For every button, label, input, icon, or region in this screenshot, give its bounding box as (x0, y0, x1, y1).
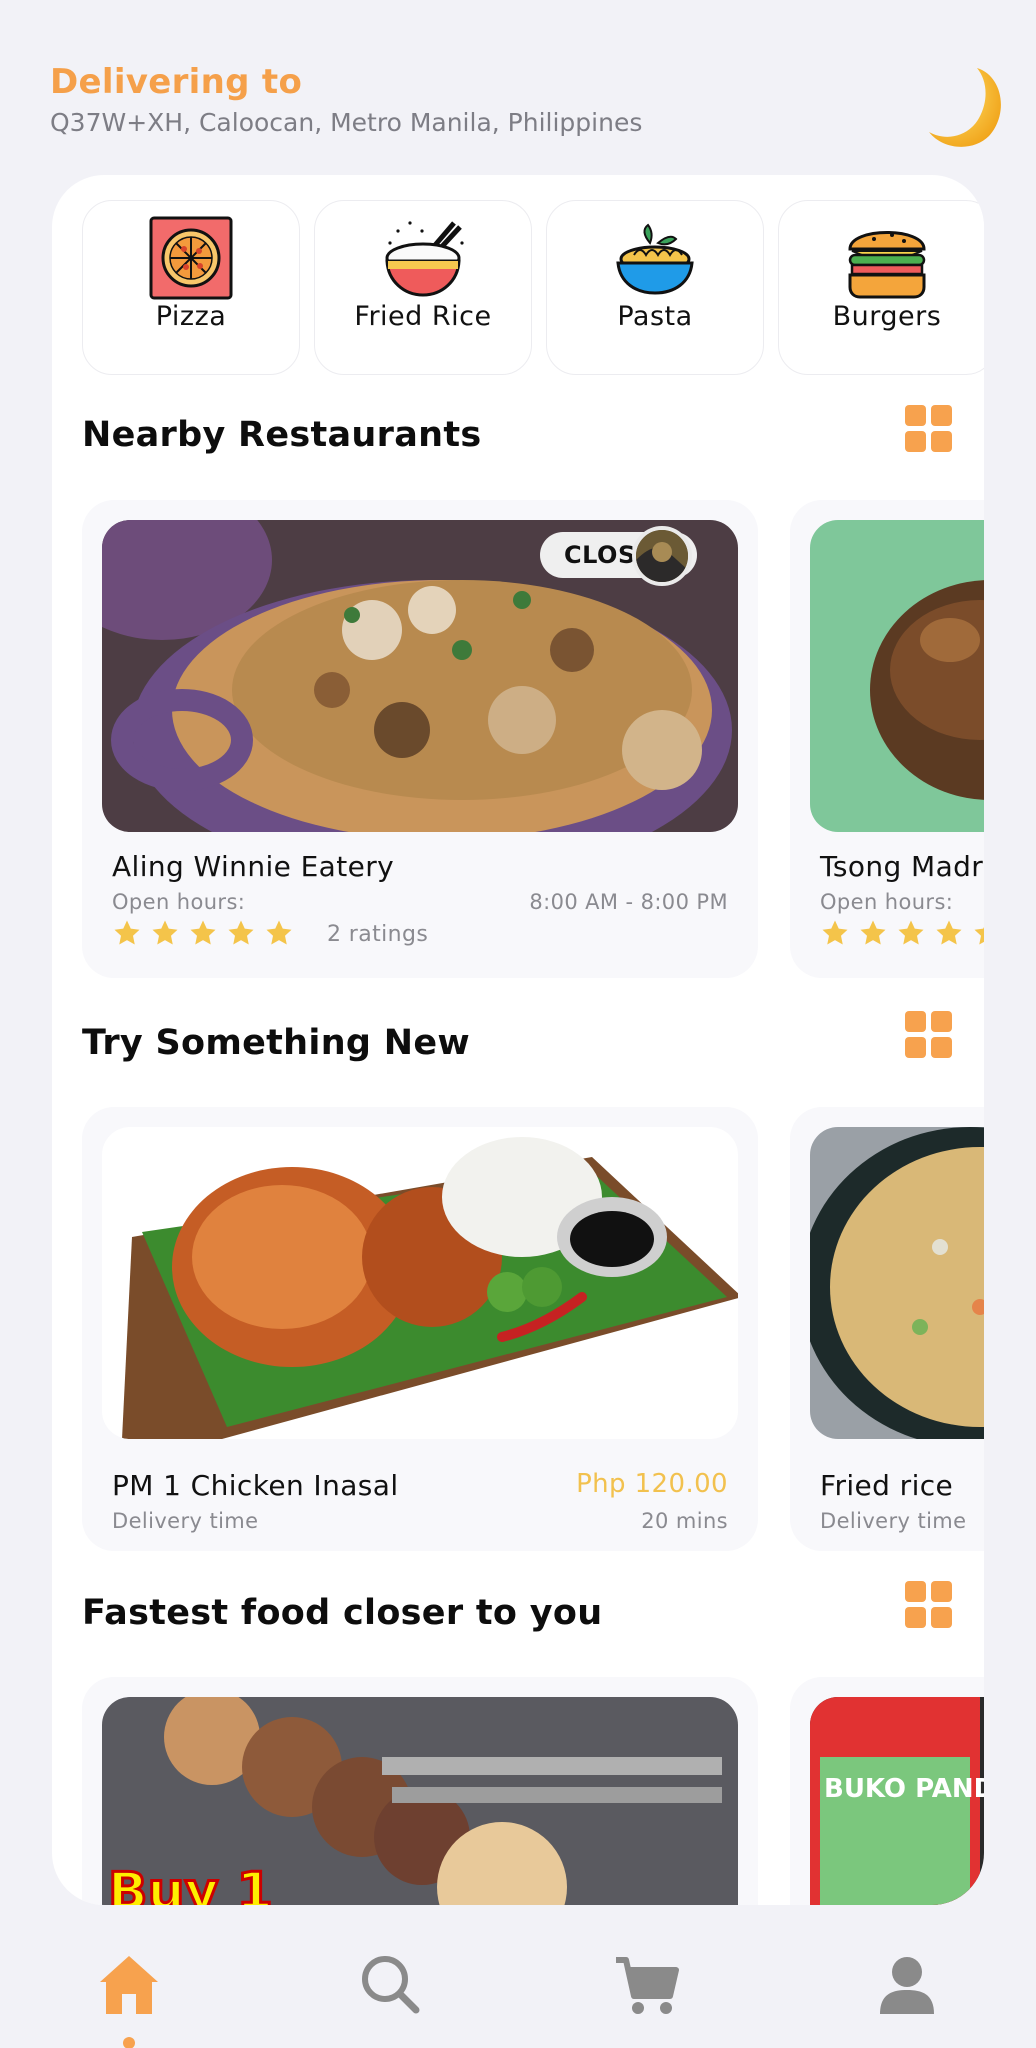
category-label: Pasta (617, 301, 693, 332)
home-icon[interactable] (94, 1950, 164, 2020)
category-fried-rice[interactable]: Fried Rice (314, 200, 532, 375)
food-image: Buy 1 (102, 1697, 738, 1905)
content-panel: Pizza Fried Rice Pasta Burgers Nearby Re… (52, 175, 984, 1905)
food-card[interactable]: PM 1 Chicken Inasal Php 120.00 Delivery … (82, 1107, 758, 1551)
star-icon (898, 920, 924, 945)
restaurant-card[interactable]: CLOSED Aling Winnie Eatery Open hours: 8… (82, 500, 758, 978)
cart-icon[interactable] (612, 1950, 682, 2020)
category-label: Pizza (155, 301, 227, 332)
food-price: Php 120.00 (576, 1469, 728, 1499)
star-icon (228, 920, 254, 945)
food-image: BUKO PANDAN (810, 1697, 984, 1905)
category-pizza[interactable]: Pizza (82, 200, 300, 375)
food-image (102, 1127, 738, 1439)
promo-text: BUKO PANDAN (824, 1774, 984, 1804)
search-icon[interactable] (356, 1950, 426, 2020)
star-icon (190, 920, 216, 945)
delivery-time-value: 20 mins (641, 1509, 728, 1533)
star-icon (114, 920, 140, 945)
section-title-fastest: Fastest food closer to you (82, 1593, 603, 1633)
active-indicator (123, 2037, 135, 2048)
category-pasta[interactable]: Pasta (546, 200, 764, 375)
rating-stars (820, 918, 984, 948)
food-card[interactable]: Buy 1 (82, 1677, 758, 1905)
food-name: Fried rice (820, 1469, 954, 1502)
category-label: Fried Rice (354, 301, 492, 332)
rating-stars (112, 918, 294, 948)
star-icon (860, 920, 886, 945)
food-name: PM 1 Chicken Inasal (112, 1469, 399, 1502)
grid-view-icon[interactable] (905, 405, 953, 453)
moon-icon[interactable] (925, 62, 1007, 152)
avatar[interactable] (632, 526, 692, 586)
promo-text: Buy 1 (108, 1862, 273, 1905)
category-label: Burgers (832, 301, 942, 332)
grid-view-icon[interactable] (905, 1011, 953, 1059)
delivery-time-label: Delivery time (820, 1509, 967, 1533)
star-icon (974, 927, 984, 945)
ratings-count: 2 ratings (327, 922, 429, 947)
restaurant-image (810, 520, 984, 832)
burger-icon (842, 213, 932, 303)
bottom-nav (0, 1905, 1036, 2048)
food-image (810, 1127, 984, 1439)
category-burgers[interactable]: Burgers (778, 200, 984, 375)
restaurant-name: Aling Winnie Eatery (112, 850, 395, 883)
delivery-time-label: Delivery time (112, 1509, 259, 1533)
delivery-address[interactable]: Q37W+XH, Caloocan, Metro Manila, Philipp… (50, 108, 642, 137)
section-title-nearby: Nearby Restaurants (82, 415, 482, 455)
delivery-header[interactable]: Delivering to Q37W+XH, Caloocan, Metro M… (50, 62, 642, 137)
star-icon (822, 920, 848, 945)
pizza-icon (146, 213, 236, 303)
open-hours-label: Open hours: (820, 890, 954, 914)
food-card[interactable]: Fried rice Delivery time (790, 1107, 984, 1551)
restaurant-name: Tsong Madri (820, 850, 984, 883)
restaurant-card[interactable]: Tsong Madri Open hours: (790, 500, 984, 978)
open-hours-value: 8:00 AM - 8:00 PM (529, 890, 728, 914)
star-icon (936, 920, 962, 945)
pasta-bowl-icon (610, 213, 700, 303)
grid-view-icon[interactable] (905, 1581, 953, 1629)
rice-bowl-icon (378, 213, 468, 303)
star-icon (152, 920, 178, 945)
section-title-try-new: Try Something New (82, 1023, 471, 1063)
open-hours-label: Open hours: (112, 890, 246, 914)
user-icon[interactable] (872, 1950, 942, 2020)
delivering-to-label: Delivering to (50, 62, 303, 102)
star-icon (266, 920, 292, 945)
category-row: Pizza Fried Rice Pasta Burgers (82, 200, 984, 378)
food-card[interactable]: BUKO PANDAN (790, 1677, 984, 1905)
